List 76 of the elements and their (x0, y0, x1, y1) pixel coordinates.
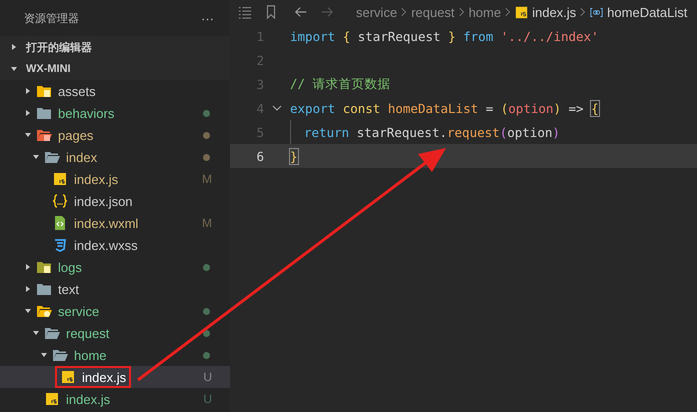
tree-item[interactable]: text (0, 278, 230, 300)
section-header[interactable]: 打开的编辑器 (0, 36, 230, 58)
file-name: index.json (74, 194, 133, 208)
bookmark-icon[interactable] (264, 5, 278, 19)
breadcrumb-item[interactable]: home (468, 4, 502, 20)
file-name: logs (58, 260, 82, 274)
file-name: text (58, 282, 79, 296)
code-line: return starRequest.request(option) (304, 124, 560, 140)
breadcrumb-item[interactable]: homeDataList (607, 4, 688, 20)
folder-icon (36, 281, 52, 297)
folder-icon (36, 259, 52, 275)
js-file-icon (515, 6, 528, 18)
more-actions-button[interactable]: ··· (201, 10, 214, 26)
file-name: request (66, 326, 110, 340)
git-status: M (202, 172, 212, 186)
git-status: U (203, 392, 212, 406)
tree-item[interactable]: index.json (0, 190, 230, 212)
breadcrumb-item[interactable]: index.js (532, 4, 576, 20)
outline-icon[interactable] (238, 5, 252, 19)
folder-icon (36, 127, 52, 143)
breadcrumb-item[interactable]: request (411, 4, 455, 20)
file-icon (44, 391, 60, 407)
git-status: M (202, 216, 212, 230)
code-line: export const homeDataList = (option) => { (290, 100, 599, 116)
tree-item[interactable]: service (0, 300, 230, 322)
folder-icon (44, 325, 60, 341)
tree-item[interactable]: index (0, 146, 230, 168)
chevron-icon (10, 43, 18, 51)
breadcrumb-item[interactable]: service (356, 4, 398, 20)
file-name: assets (58, 84, 96, 98)
tree-item[interactable]: behaviors (0, 102, 230, 124)
tree-item[interactable]: index.js M (0, 168, 230, 190)
file-name: home (74, 348, 107, 362)
git-status: U (203, 370, 212, 384)
separator-icon (505, 7, 512, 17)
code-line: } (290, 148, 298, 164)
fold-chevron-icon[interactable] (272, 103, 282, 113)
file-name: pages (58, 128, 94, 142)
symbol-icon (590, 6, 604, 18)
folder-icon (36, 303, 52, 319)
tree-item[interactable]: index.wxss (0, 234, 230, 256)
tree-item[interactable]: logs (0, 256, 230, 278)
folder-icon (52, 347, 68, 363)
section-header[interactable]: WX-MINI (0, 58, 230, 80)
file-name: behaviors (58, 106, 114, 120)
separator-icon (401, 7, 408, 17)
sidebar-title: 资源管理器 (24, 12, 79, 26)
back-icon[interactable] (294, 5, 308, 19)
file-name: service (58, 304, 100, 318)
line-number: 6 (255, 148, 264, 164)
file-name: index.js (74, 172, 118, 186)
separator-icon (458, 7, 465, 17)
tree-item[interactable]: index.js U (0, 366, 230, 388)
file-icon (52, 171, 68, 187)
tree-item[interactable]: index.wxml M (0, 212, 230, 234)
file-name: index.js (66, 392, 110, 406)
code-line: import { starRequest } from '../../index' (290, 28, 599, 44)
tree-item[interactable]: pages (0, 124, 230, 146)
tree-item[interactable]: home (0, 344, 230, 366)
file-icon (52, 193, 68, 209)
file-name: index.wxss (74, 238, 138, 252)
separator-icon (580, 7, 586, 17)
tree-item[interactable]: request (0, 322, 230, 344)
folder-icon (36, 105, 52, 121)
file-name: index.wxml (74, 216, 138, 230)
folder-icon (36, 83, 52, 99)
file-name: index.js (82, 370, 126, 384)
file-name: index (66, 150, 98, 164)
file-icon (52, 237, 68, 253)
chevron-icon (10, 65, 18, 73)
tree-item[interactable]: assets (0, 80, 230, 102)
file-icon (60, 369, 76, 385)
folder-icon (44, 149, 60, 165)
code-line: // 请求首页数据 (290, 76, 391, 92)
tree-item[interactable]: index.js U (0, 388, 230, 410)
file-icon (52, 215, 68, 231)
